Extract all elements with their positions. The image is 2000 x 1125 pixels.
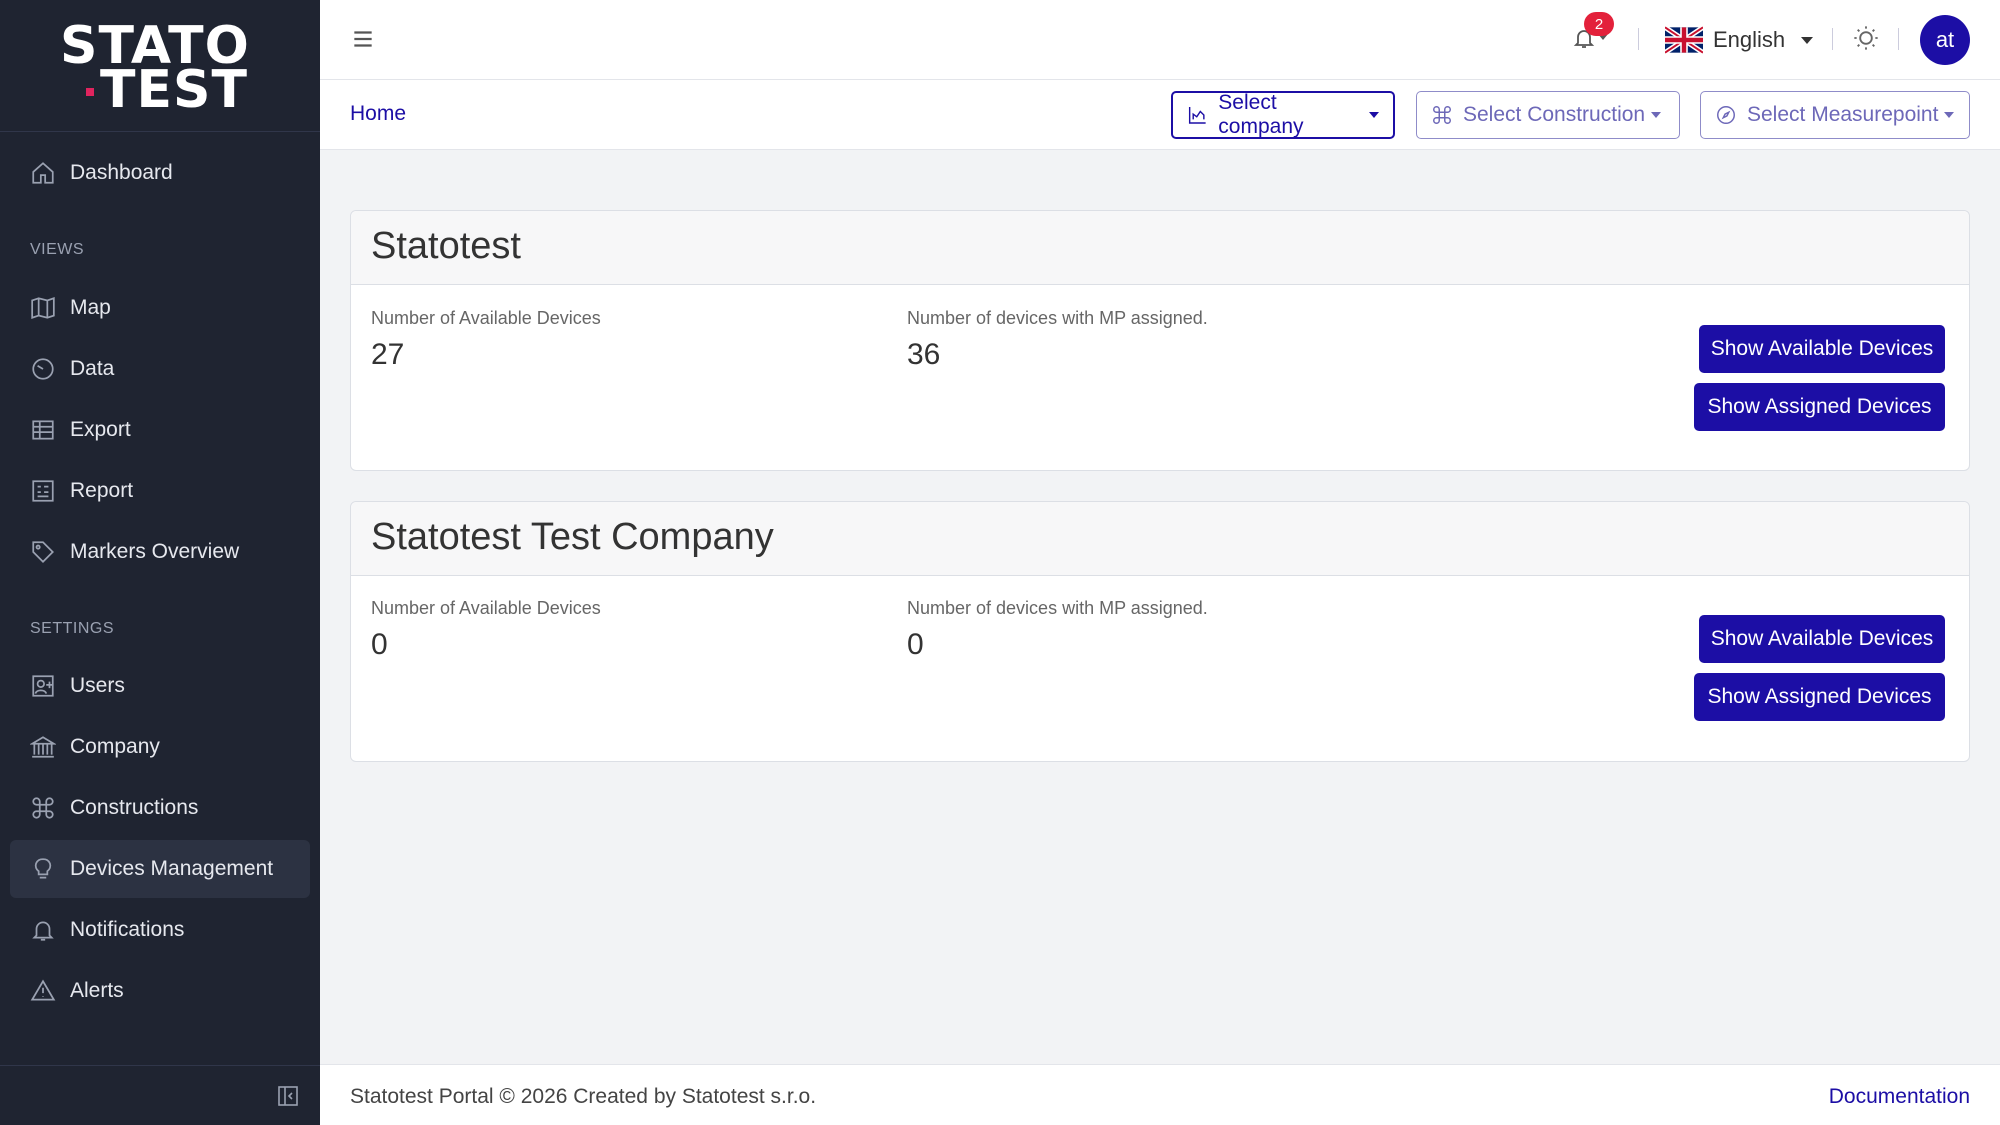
chevron-down-icon	[1944, 112, 1955, 118]
sidebar-item-devices-management[interactable]: Devices Management	[10, 840, 310, 898]
sidebar-item-notifications[interactable]: Notifications	[10, 901, 310, 959]
sidebar-item-constructions[interactable]: Constructions	[10, 779, 310, 837]
bell-icon	[30, 917, 56, 943]
gauge-icon	[30, 356, 56, 382]
notification-count-badge: 2	[1584, 12, 1614, 36]
card-header: Statotest	[351, 211, 1969, 285]
assigned-devices-label: Number of devices with MP assigned.	[907, 598, 1208, 618]
available-devices-value: 0	[371, 628, 388, 661]
select-construction-label: Select Construction	[1463, 103, 1646, 126]
report-icon	[30, 478, 56, 504]
sidebar-item-label: Alerts	[70, 979, 124, 1002]
chevron-down-icon	[1369, 112, 1379, 118]
select-construction-dropdown[interactable]: Select Construction	[1416, 91, 1680, 139]
section-label-views: VIEWS	[30, 241, 85, 258]
section-label-settings: SETTINGS	[30, 620, 115, 637]
language-selector[interactable]: English	[1665, 22, 1814, 58]
sidebar-item-label: Report	[70, 479, 134, 502]
sidebar-item-export[interactable]: Export	[10, 401, 310, 459]
sidebar-item-label: Devices Management	[70, 857, 274, 880]
company-card: Statotest Number of Available Devices 27…	[350, 210, 1970, 471]
command-icon	[1433, 106, 1451, 124]
copyright-text: Statotest Portal © 2026 Created by Stato…	[350, 1085, 817, 1108]
bell-icon	[1572, 30, 1596, 54]
sidebar-item-label: Users	[70, 674, 125, 697]
available-devices-label: Number of Available Devices	[371, 598, 601, 618]
company-name: Statotest Test Company	[371, 516, 774, 558]
sidebar-item-report[interactable]: Report	[10, 462, 310, 520]
logo-dot	[86, 87, 94, 96]
sidebar-item-label: Map	[70, 296, 111, 319]
users-icon	[30, 673, 56, 699]
table-icon	[30, 417, 56, 443]
compass-icon	[1717, 106, 1735, 124]
divider	[1638, 28, 1639, 50]
command-icon	[30, 795, 56, 821]
collapse-sidebar-icon[interactable]	[276, 1084, 300, 1108]
select-company-label: Select company	[1218, 91, 1304, 138]
select-measurepoint-dropdown[interactable]: Select Measurepoint	[1700, 91, 1970, 139]
sidebar: STATO TEST Dashboard VIEWS Map Data Expo…	[0, 0, 320, 1125]
sidebar-item-label: Company	[70, 735, 160, 758]
assigned-devices-value: 36	[907, 338, 941, 371]
breadcrumb-home[interactable]: Home	[350, 102, 406, 126]
sidebar-item-label: Markers Overview	[70, 540, 240, 563]
bank-icon	[30, 734, 56, 760]
user-avatar[interactable]: at	[1920, 15, 1970, 65]
top-header: 2 English at	[320, 0, 2000, 80]
sidebar-item-users[interactable]: Users	[10, 657, 310, 715]
show-assigned-devices-button[interactable]: Show Assigned Devices	[1694, 383, 1945, 431]
sidebar-footer	[0, 1065, 320, 1125]
company-name: Statotest	[371, 225, 521, 267]
sidebar-item-label: Data	[70, 357, 115, 380]
uk-flag-icon	[1665, 26, 1703, 54]
language-label: English	[1713, 27, 1786, 52]
sidebar-item-alerts[interactable]: Alerts	[10, 962, 310, 1020]
available-devices-label: Number of Available Devices	[371, 308, 601, 328]
chart-icon	[1188, 107, 1206, 124]
available-devices-value: 27	[371, 338, 405, 371]
logo-area: STATO TEST	[0, 0, 320, 132]
show-available-devices-button[interactable]: Show Available Devices	[1699, 325, 1945, 373]
select-company-dropdown[interactable]: Select company	[1171, 91, 1395, 139]
select-measurepoint-label: Select Measurepoint	[1747, 103, 1939, 126]
statotest-logo[interactable]: STATO TEST	[60, 18, 260, 120]
sidebar-item-label: Notifications	[70, 918, 185, 941]
lightbulb-icon	[30, 856, 56, 882]
sidebar-item-label: Export	[70, 418, 131, 441]
sidebar-item-label: Constructions	[70, 796, 199, 819]
sidebar-item-label: Dashboard	[70, 161, 173, 184]
chevron-down-icon	[1651, 112, 1662, 118]
sub-header: Home Select company Select Construction …	[320, 80, 2000, 150]
divider	[1832, 28, 1833, 50]
sidebar-item-markers-overview[interactable]: Markers Overview	[10, 523, 310, 581]
map-icon	[30, 295, 56, 321]
theme-toggle-sun-icon[interactable]	[1852, 24, 1882, 54]
menu-toggle-icon[interactable]	[350, 26, 376, 52]
show-assigned-devices-button[interactable]: Show Assigned Devices	[1694, 673, 1945, 721]
sidebar-item-map[interactable]: Map	[10, 279, 310, 337]
chevron-down-icon	[1801, 36, 1814, 44]
card-header: Statotest Test Company	[351, 502, 1969, 576]
divider	[1898, 28, 1899, 50]
company-card: Statotest Test Company Number of Availab…	[350, 501, 1970, 762]
home-icon	[30, 160, 56, 186]
page-footer: Statotest Portal © 2026 Created by Stato…	[320, 1064, 2000, 1125]
show-available-devices-button[interactable]: Show Available Devices	[1699, 615, 1945, 663]
logo-text-line2: TEST	[100, 59, 248, 120]
sidebar-item-company[interactable]: Company	[10, 718, 310, 776]
warning-icon	[30, 978, 56, 1004]
documentation-link[interactable]: Documentation	[1829, 1085, 1970, 1109]
tag-icon	[30, 539, 56, 565]
sidebar-item-data[interactable]: Data	[10, 340, 310, 398]
assigned-devices-label: Number of devices with MP assigned.	[907, 308, 1208, 328]
sidebar-item-dashboard[interactable]: Dashboard	[10, 144, 310, 202]
assigned-devices-value: 0	[907, 628, 924, 661]
